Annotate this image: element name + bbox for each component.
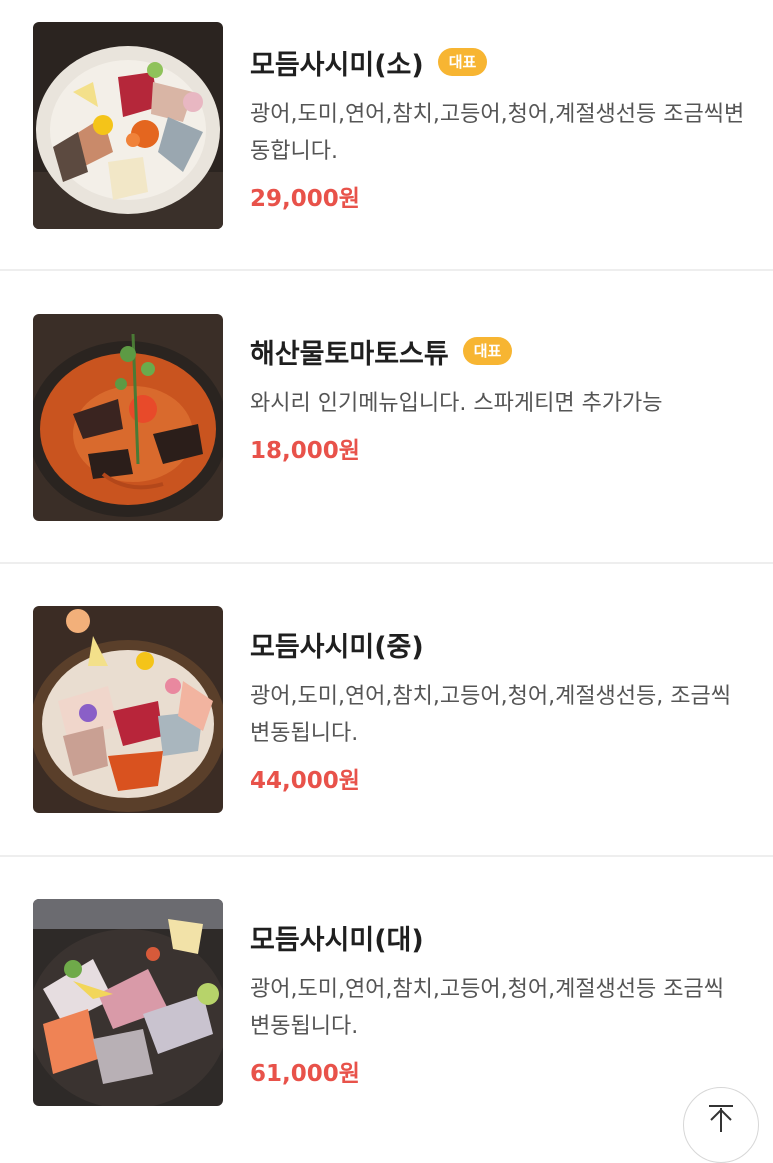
menu-item[interactable]: 모듬사시미(대) 광어,도미,연어,참치,고등어,청어,계절생선등 조금씩 변동… [0, 857, 773, 1127]
menu-item-description: 광어,도미,연어,참치,고등어,청어,계절생선등 조금씩 변동됩니다. [250, 977, 724, 1039]
menu-item[interactable]: 해산물토마토스튜 대표 와시리 인기메뉴입니다. 스파게티면 추가가능 18,0… [0, 271, 773, 564]
menu-item-price: 61,000원 [250, 1061, 360, 1087]
menu-item-name[interactable]: 해산물토마토스튜 [250, 332, 449, 371]
menu-item-description: 광어,도미,연어,참치,고등어,청어,계절생선등 조금씩변동합니다. [250, 102, 745, 164]
menu-item-price: 44,000원 [250, 768, 360, 794]
menu-item-info: 해산물토마토스튜 대표 와시리 인기메뉴입니다. 스파게티면 추가가능 18,0… [250, 331, 750, 465]
menu-item-price: 18,000원 [250, 438, 360, 464]
menu-item-info: 모듬사시미(대) 광어,도미,연어,참치,고등어,청어,계절생선등 조금씩 변동… [250, 917, 750, 1088]
menu-item-photo[interactable] [33, 606, 223, 813]
menu-item-photo[interactable] [33, 314, 223, 521]
menu-item-name[interactable]: 모듬사시미(소) [250, 43, 424, 82]
menu-item[interactable]: 모듬사시미(소) 대표 광어,도미,연어,참치,고등어,청어,계절생선등 조금씩… [0, 0, 773, 271]
menu-item-name-row: 모듬사시미(대) [250, 917, 750, 957]
menu-item-name[interactable]: 모듬사시미(대) [250, 918, 424, 957]
menu-item-description: 와시리 인기메뉴입니다. 스파게티면 추가가능 [250, 391, 663, 416]
menu-item-description: 광어,도미,연어,참치,고등어,청어,계절생선등, 조금씩 변동됩니다. [250, 684, 731, 746]
tomato-stew-image [33, 314, 223, 521]
arrow-up-to-top-icon [709, 1105, 733, 1132]
menu-list: 모듬사시미(소) 대표 광어,도미,연어,참치,고등어,청어,계절생선등 조금씩… [0, 0, 773, 1127]
menu-item-name-row: 모듬사시미(소) 대표 [250, 42, 750, 82]
signature-badge: 대표 [437, 48, 488, 76]
menu-item[interactable]: 모듬사시미(중) 광어,도미,연어,참치,고등어,청어,계절생선등, 조금씩 변… [0, 564, 773, 857]
signature-badge: 대표 [462, 337, 513, 365]
menu-item-price: 29,000원 [250, 186, 360, 212]
menu-item-photo[interactable] [33, 22, 223, 229]
menu-item-photo[interactable] [33, 899, 223, 1106]
menu-item-name-row: 모듬사시미(중) [250, 624, 750, 664]
menu-item-info: 모듬사시미(중) 광어,도미,연어,참치,고등어,청어,계절생선등, 조금씩 변… [250, 624, 750, 795]
menu-item-name[interactable]: 모듬사시미(중) [250, 625, 424, 664]
sashimi-platter-image [33, 899, 223, 1106]
menu-item-info: 모듬사시미(소) 대표 광어,도미,연어,참치,고등어,청어,계절생선등 조금씩… [250, 42, 750, 213]
scroll-to-top-button[interactable] [683, 1087, 759, 1163]
menu-item-name-row: 해산물토마토스튜 대표 [250, 331, 750, 371]
sashimi-plate-image [33, 22, 223, 229]
sashimi-bowl-image [33, 606, 223, 813]
